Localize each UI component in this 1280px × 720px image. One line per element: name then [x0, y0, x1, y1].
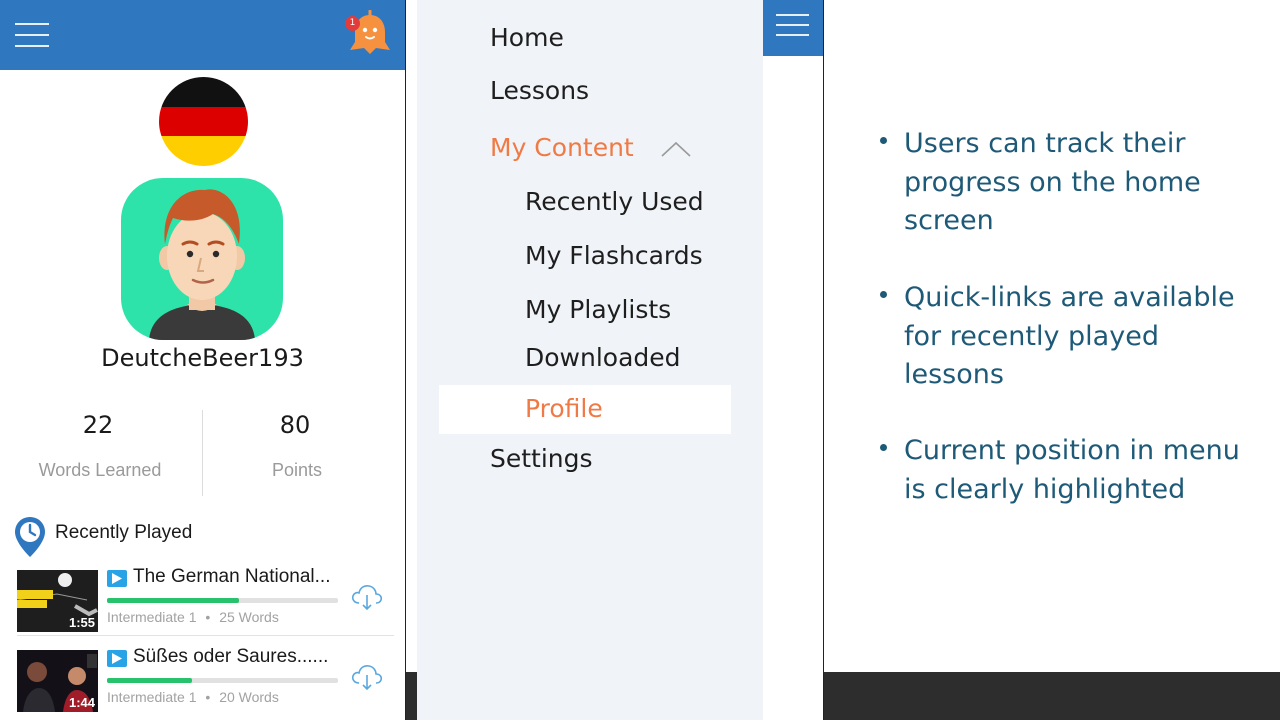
- menu-item-lessons[interactable]: Lessons: [490, 76, 589, 105]
- lesson-word-count: 25 Words: [219, 609, 279, 625]
- recently-played-heading: Recently Played: [55, 522, 193, 543]
- panel-separator: [405, 0, 406, 720]
- hamburger-menu-icon[interactable]: [776, 13, 809, 37]
- lesson-title[interactable]: Süßes oder Saures......: [133, 646, 328, 668]
- cloud-download-icon[interactable]: [350, 582, 384, 612]
- note-text: Users can track their progress on the ho…: [904, 128, 1201, 236]
- app-top-bar: 1: [0, 0, 405, 70]
- lesson-duration: 1:55: [68, 615, 95, 630]
- meta-separator: •: [205, 689, 211, 705]
- lesson-progress-bar: [107, 678, 338, 683]
- list-divider: [17, 635, 394, 636]
- collapsed-app-strip: [763, 0, 823, 720]
- meta-separator: •: [205, 609, 211, 625]
- lesson-progress-bar: [107, 598, 338, 603]
- menu-item-downloaded[interactable]: Downloaded: [525, 343, 681, 372]
- menu-item-recently-used[interactable]: Recently Used: [525, 187, 704, 216]
- username: DeutcheBeer193: [101, 344, 304, 372]
- lesson-meta: Intermediate 1 • 25 Words: [107, 609, 279, 625]
- cloud-download-icon[interactable]: [350, 662, 384, 692]
- home-screen-panel: 1 DeutcheBeer193 22 Words Learned 80 Poi…: [0, 0, 405, 720]
- menu-item-settings[interactable]: Settings: [490, 444, 593, 473]
- clock-pin-icon: [15, 517, 45, 557]
- bullet-dot: [880, 444, 887, 451]
- lesson-progress-fill: [107, 598, 239, 603]
- menu-item-my-content[interactable]: My Content: [490, 133, 634, 162]
- lesson-thumbnail[interactable]: 1:55: [17, 570, 98, 632]
- menu-item-profile[interactable]: Profile: [525, 394, 603, 423]
- app-top-bar: [763, 0, 823, 56]
- notes-panel: Users can track their progress on the ho…: [824, 0, 1280, 720]
- lesson-level: Intermediate 1: [107, 689, 197, 705]
- lesson-list-item[interactable]: 1:44 Süßes oder Saures...... Intermediat…: [0, 646, 405, 720]
- bullet-dot: [880, 291, 887, 298]
- footer-bar: [824, 672, 1280, 720]
- lesson-title[interactable]: The German National...: [133, 566, 330, 588]
- lesson-thumbnail[interactable]: 1:44: [17, 650, 98, 712]
- lesson-list-item[interactable]: 1:55 The German National... Intermediate…: [0, 566, 405, 648]
- words-learned-label: Words Learned: [38, 460, 162, 480]
- note-bullet: Users can track their progress on the ho…: [880, 125, 1244, 241]
- germany-flag-icon[interactable]: [159, 77, 248, 166]
- play-icon[interactable]: [107, 570, 127, 587]
- lesson-level: Intermediate 1: [107, 609, 197, 625]
- note-bullet: Current position in menu is clearly high…: [880, 432, 1244, 509]
- menu-item-my-flashcards[interactable]: My Flashcards: [525, 241, 703, 270]
- lesson-word-count: 20 Words: [219, 689, 279, 705]
- lesson-meta: Intermediate 1 • 20 Words: [107, 689, 279, 705]
- note-text: Quick-links are available for recently p…: [904, 282, 1235, 390]
- points-label: Points: [271, 460, 323, 480]
- notification-badge: 1: [345, 16, 360, 31]
- bullet-dot: [880, 137, 887, 144]
- lesson-progress-fill: [107, 678, 193, 683]
- navigation-menu-panel: Home Lessons My Content Recently Used My…: [417, 0, 763, 720]
- chevron-up-icon[interactable]: [660, 140, 692, 158]
- points-count: 80: [279, 411, 311, 439]
- note-bullet: Quick-links are available for recently p…: [880, 279, 1244, 395]
- lesson-duration: 1:44: [68, 695, 95, 710]
- user-avatar-icon[interactable]: [121, 178, 283, 340]
- menu-item-home[interactable]: Home: [490, 23, 564, 52]
- menu-item-my-playlists[interactable]: My Playlists: [525, 295, 671, 324]
- stats-divider: [202, 410, 203, 496]
- note-text: Current position in menu is clearly high…: [904, 435, 1240, 505]
- panel-gap: [406, 672, 417, 720]
- words-learned-count: 22: [82, 411, 114, 439]
- play-icon[interactable]: [107, 650, 127, 667]
- hamburger-menu-icon[interactable]: [15, 22, 49, 48]
